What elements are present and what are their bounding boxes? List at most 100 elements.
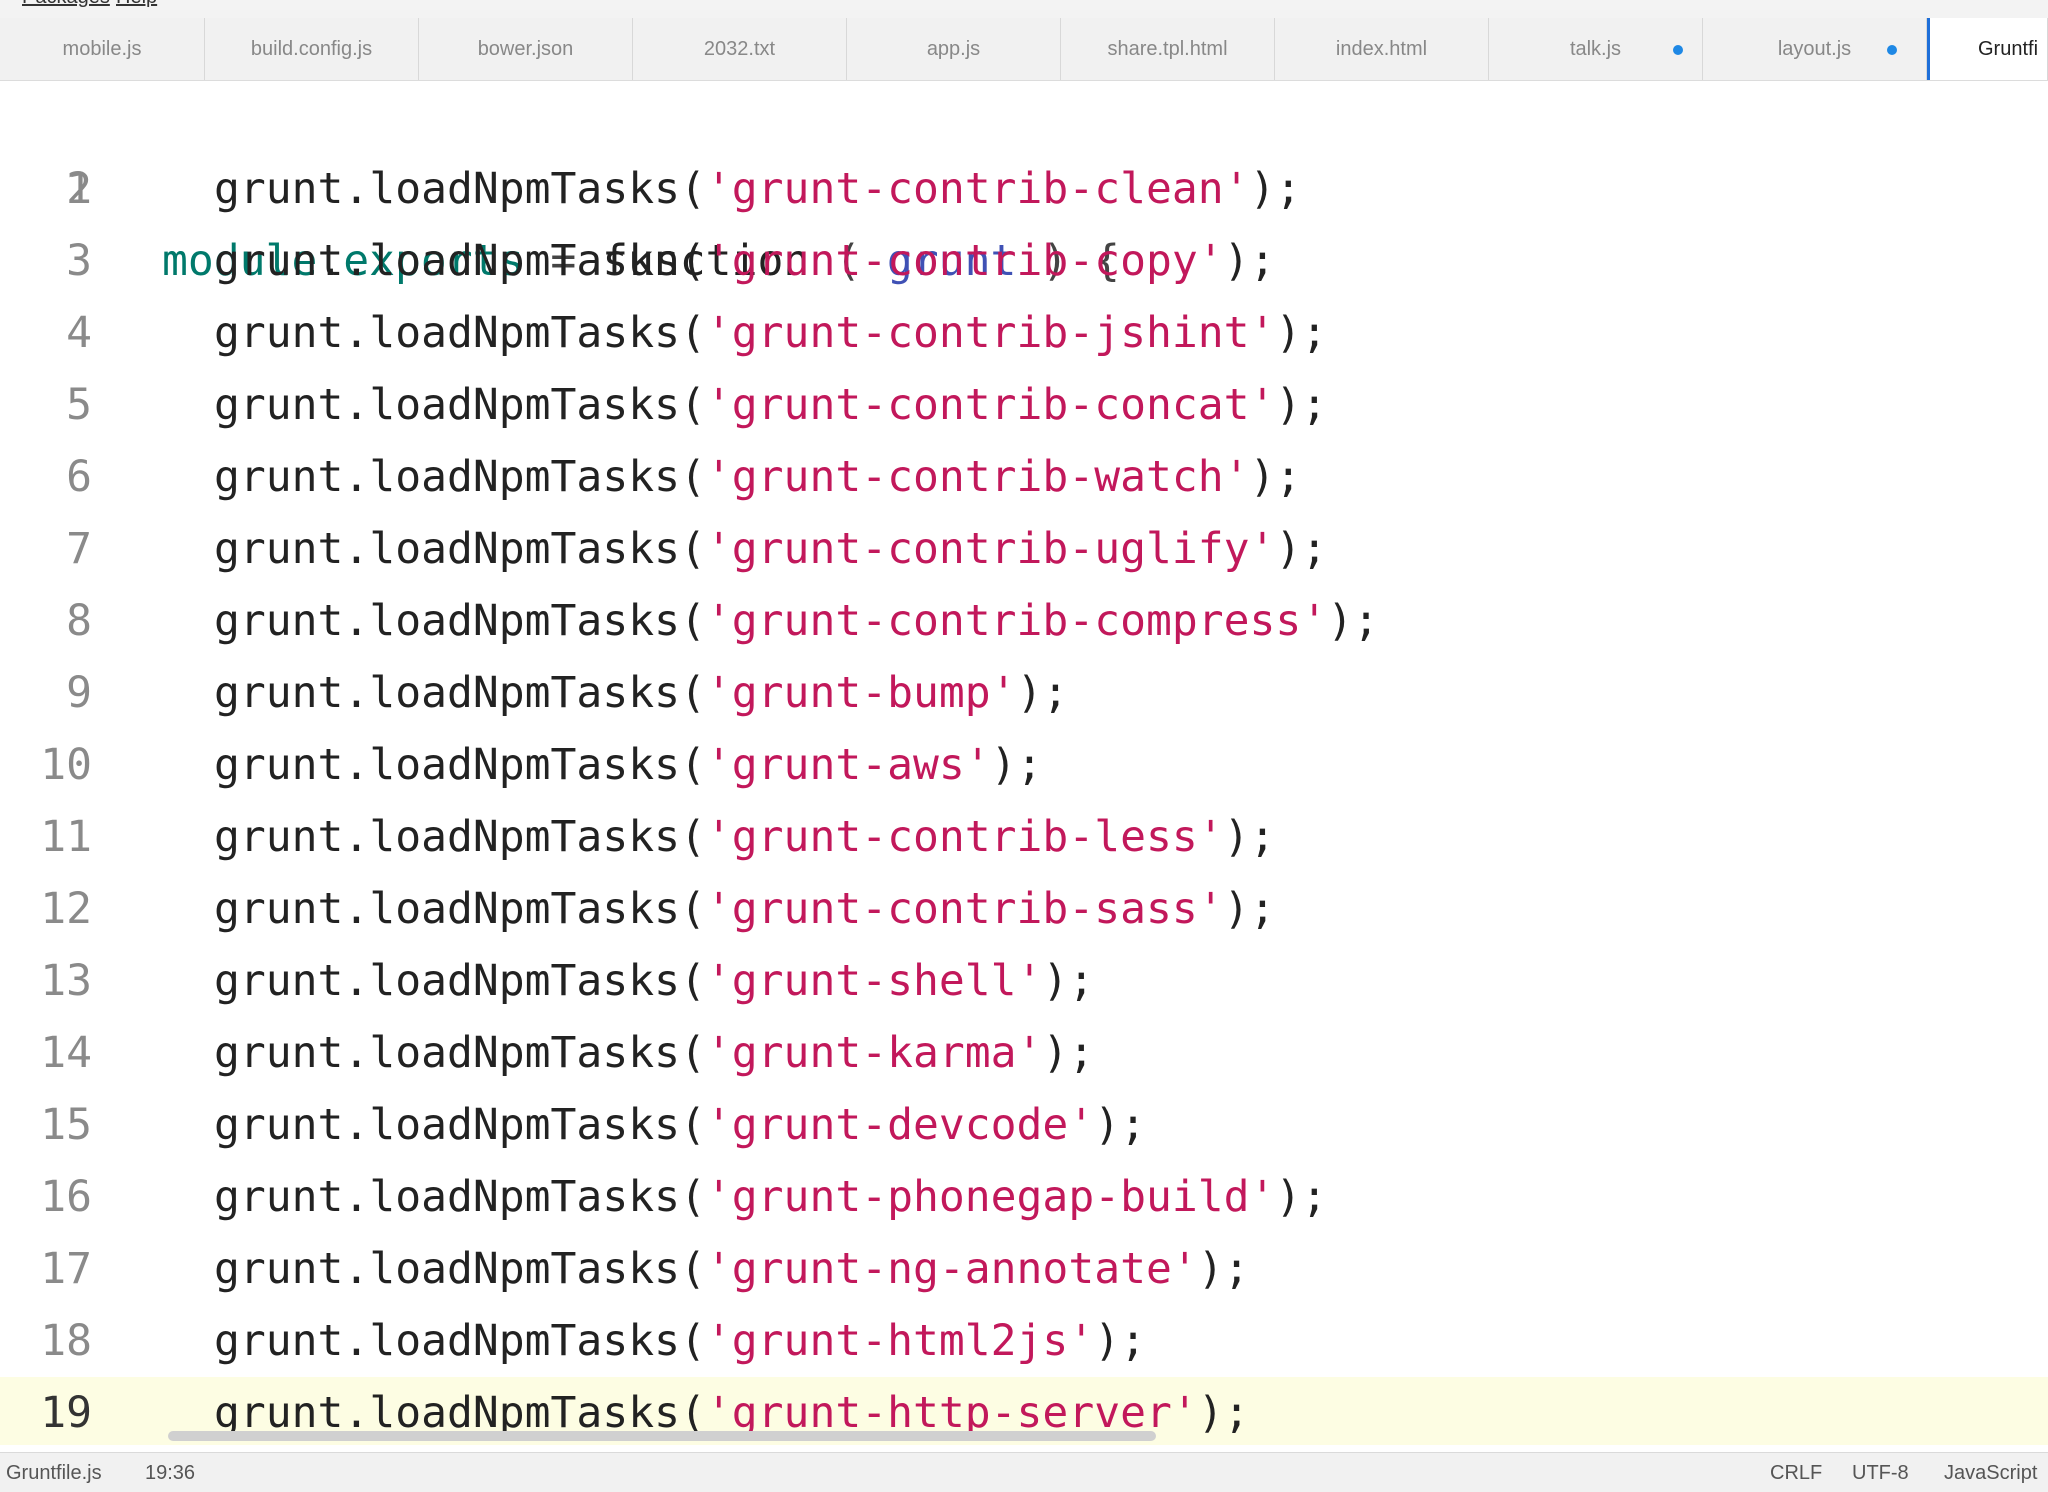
tab-label: talk.js	[1569, 38, 1622, 60]
line-number: 13	[40, 956, 92, 1006]
code-line[interactable]: 3 grunt.loadNpmTasks('grunt-contrib-copy'…	[0, 225, 2048, 297]
line-number: 5	[66, 380, 92, 430]
tab-index-html[interactable]: index.html	[1275, 18, 1489, 80]
tab-bower-json[interactable]: bower.json	[419, 18, 633, 80]
tab-label: app.js	[926, 38, 981, 60]
code-line[interactable]: 1 module.exports = function ( grunt ) {	[0, 81, 2048, 286]
code-line[interactable]: 18 grunt.loadNpmTasks('grunt-html2js');	[0, 1305, 2048, 1377]
menu-help[interactable]: Help	[116, 0, 157, 9]
code-text: grunt.loadNpmTasks('grunt-html2js');	[214, 1316, 1146, 1366]
code-line[interactable]: 5 grunt.loadNpmTasks('grunt-contrib-conca…	[0, 369, 2048, 441]
npm-package-string: 'grunt-contrib-uglify'	[705, 524, 1276, 574]
tab-label: share.tpl.html	[1107, 38, 1228, 60]
status-grammar[interactable]: JavaScript	[1944, 1453, 2037, 1492]
menu-packages[interactable]: Packages	[22, 0, 110, 9]
modified-indicator-icon	[1887, 45, 1897, 55]
npm-package-string: 'grunt-html2js'	[705, 1316, 1095, 1366]
code-line[interactable]: 2 grunt.loadNpmTasks('grunt-contrib-clean…	[0, 153, 2048, 225]
code-text: grunt.loadNpmTasks('grunt-devcode');	[214, 1100, 1146, 1150]
line-number: 17	[40, 1244, 92, 1294]
tab-gruntfile-js[interactable]: Gruntfi	[1927, 18, 2048, 80]
line-number: 16	[40, 1172, 92, 1222]
tab-label: bower.json	[477, 38, 574, 60]
line-number: 9	[66, 668, 92, 718]
tab-label: index.html	[1335, 38, 1428, 60]
code-line[interactable]: 4 grunt.loadNpmTasks('grunt-contrib-jshin…	[0, 297, 2048, 369]
code-line[interactable]: 11 grunt.loadNpmTasks('grunt-contrib-less…	[0, 801, 2048, 873]
code-line[interactable]: 13 grunt.loadNpmTasks('grunt-shell');	[0, 945, 2048, 1017]
tab-mobile-js[interactable]: mobile.js	[0, 18, 205, 80]
code-text: grunt.loadNpmTasks('grunt-contrib-watch'…	[214, 452, 1302, 502]
line-number: 6	[66, 452, 92, 502]
npm-package-string: 'grunt-bump'	[705, 668, 1017, 718]
code-line[interactable]: 15 grunt.loadNpmTasks('grunt-devcode');	[0, 1089, 2048, 1161]
code-text: grunt.loadNpmTasks('grunt-contrib-compre…	[214, 596, 1379, 646]
code-text: grunt.loadNpmTasks('grunt-contrib-jshint…	[214, 308, 1328, 358]
code-line[interactable]: 7 grunt.loadNpmTasks('grunt-contrib-uglif…	[0, 513, 2048, 585]
tab-talk-js[interactable]: talk.js	[1489, 18, 1703, 80]
code-editor[interactable]: 1 module.exports = function ( grunt ) { …	[0, 81, 2048, 1445]
code-text: grunt.loadNpmTasks('grunt-contrib-concat…	[214, 380, 1328, 430]
code-text: grunt.loadNpmTasks('grunt-contrib-uglify…	[214, 524, 1328, 574]
code-text: grunt.loadNpmTasks('grunt-contrib-clean'…	[214, 164, 1302, 214]
code-text: grunt.loadNpmTasks('grunt-contrib-less')…	[214, 812, 1276, 862]
npm-package-string: 'grunt-aws'	[705, 740, 991, 790]
line-number: 3	[66, 236, 92, 286]
tab-app-js[interactable]: app.js	[847, 18, 1061, 80]
line-number: 2	[66, 164, 92, 214]
line-number: 8	[66, 596, 92, 646]
tab-build-config-js[interactable]: build.config.js	[205, 18, 419, 80]
tab-2032-txt[interactable]: 2032.txt	[633, 18, 847, 80]
line-number: 12	[40, 884, 92, 934]
code-line[interactable]: 6 grunt.loadNpmTasks('grunt-contrib-watch…	[0, 441, 2048, 513]
npm-package-string: 'grunt-devcode'	[705, 1100, 1095, 1150]
code-text: grunt.loadNpmTasks('grunt-bump');	[214, 668, 1069, 718]
code-line[interactable]: 10 grunt.loadNpmTasks('grunt-aws');	[0, 729, 2048, 801]
line-number: 14	[40, 1028, 92, 1078]
line-number: 11	[40, 812, 92, 862]
code-line[interactable]: 16 grunt.loadNpmTasks('grunt-phonegap-bui…	[0, 1161, 2048, 1233]
code-line[interactable]: 14 grunt.loadNpmTasks('grunt-karma');	[0, 1017, 2048, 1089]
status-bar: Gruntfile.js 19:36 CRLF UTF-8 JavaScript	[0, 1452, 2048, 1492]
tab-label: Gruntfi	[1978, 38, 2039, 60]
tab-label: build.config.js	[250, 38, 373, 60]
line-number: 7	[66, 524, 92, 574]
status-file-name[interactable]: Gruntfile.js	[6, 1453, 102, 1492]
code-text: grunt.loadNpmTasks('grunt-contrib-sass')…	[214, 884, 1276, 934]
npm-package-string: 'grunt-phonegap-build'	[705, 1172, 1276, 1222]
status-line-ending[interactable]: CRLF	[1770, 1453, 1822, 1492]
npm-package-string: 'grunt-ng-annotate'	[705, 1244, 1198, 1294]
line-number: 4	[66, 308, 92, 358]
tab-label: mobile.js	[62, 38, 142, 60]
code-text: grunt.loadNpmTasks('grunt-karma');	[214, 1028, 1095, 1078]
npm-package-string: 'grunt-contrib-less'	[705, 812, 1224, 862]
code-line[interactable]: 8 grunt.loadNpmTasks('grunt-contrib-compr…	[0, 585, 2048, 657]
modified-indicator-icon	[1673, 45, 1683, 55]
tab-layout-js[interactable]: layout.js	[1703, 18, 1927, 80]
code-text: grunt.loadNpmTasks('grunt-aws');	[214, 740, 1043, 790]
line-number: 15	[40, 1100, 92, 1150]
npm-package-string: 'grunt-karma'	[705, 1028, 1043, 1078]
npm-package-string: 'grunt-contrib-clean'	[705, 164, 1250, 214]
npm-package-string: 'grunt-contrib-watch'	[705, 452, 1250, 502]
code-text: grunt.loadNpmTasks('grunt-phonegap-build…	[214, 1172, 1328, 1222]
menu-bar: Packages Help	[0, 0, 2048, 18]
line-number: 10	[40, 740, 92, 790]
tab-bar: mobile.js build.config.js bower.json 203…	[0, 18, 2048, 81]
status-cursor-position[interactable]: 19:36	[145, 1453, 195, 1492]
npm-package-string: 'grunt-contrib-jshint'	[705, 308, 1276, 358]
horizontal-scrollbar[interactable]	[0, 1425, 2048, 1445]
scrollbar-thumb[interactable]	[168, 1431, 1156, 1441]
code-line[interactable]: 17 grunt.loadNpmTasks('grunt-ng-annotate'…	[0, 1233, 2048, 1305]
code-text: grunt.loadNpmTasks('grunt-contrib-copy')…	[214, 236, 1276, 286]
tab-label: layout.js	[1777, 38, 1852, 60]
status-encoding[interactable]: UTF-8	[1852, 1453, 1909, 1492]
code-line[interactable]: 9 grunt.loadNpmTasks('grunt-bump');	[0, 657, 2048, 729]
code-text: grunt.loadNpmTasks('grunt-shell');	[214, 956, 1095, 1006]
code-line[interactable]: 12 grunt.loadNpmTasks('grunt-contrib-sass…	[0, 873, 2048, 945]
npm-package-string: 'grunt-contrib-sass'	[705, 884, 1224, 934]
line-number: 18	[40, 1316, 92, 1366]
npm-package-string: 'grunt-contrib-concat'	[705, 380, 1276, 430]
tab-share-tpl-html[interactable]: share.tpl.html	[1061, 18, 1275, 80]
npm-package-string: 'grunt-shell'	[705, 956, 1043, 1006]
